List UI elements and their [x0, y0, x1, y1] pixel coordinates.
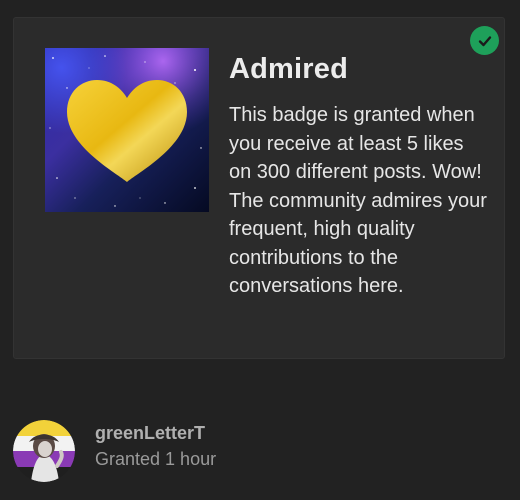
- page: Admired This badge is granted when you r…: [0, 0, 520, 500]
- user-name-link[interactable]: greenLetterT: [95, 423, 205, 444]
- user-avatar-icon[interactable]: [13, 420, 75, 482]
- badge-description: This badge is granted when you receive a…: [229, 104, 487, 297]
- granted-time: Granted 1 hour: [95, 449, 217, 469]
- granted-user-row[interactable]: greenLetterT Granted 1 hour: [13, 420, 493, 484]
- granted-check-icon: [470, 26, 499, 55]
- badge-title: Admired: [229, 53, 349, 85]
- badge-image: [45, 48, 209, 212]
- badge-card: Admired This badge is granted when you r…: [13, 17, 505, 359]
